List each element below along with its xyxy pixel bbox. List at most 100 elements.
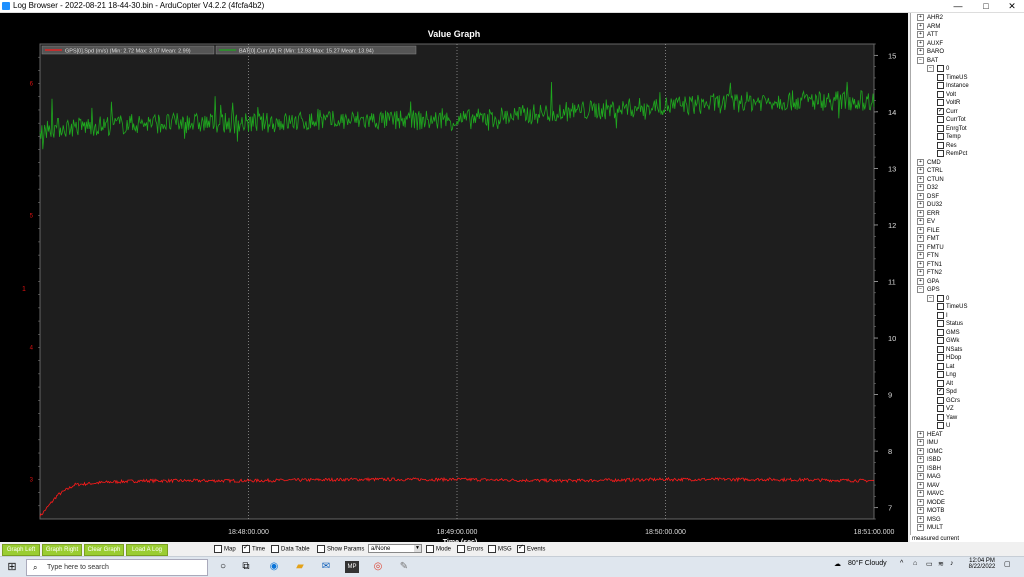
tree-item[interactable]: Volt xyxy=(937,90,956,99)
tree-item[interactable]: + MAV xyxy=(917,481,940,490)
tree-item[interactable]: Curr xyxy=(937,107,958,116)
expand-icon[interactable]: + xyxy=(917,481,924,489)
tree-item[interactable]: U xyxy=(937,422,950,430)
tree-item[interactable]: + ISBH xyxy=(917,464,941,473)
expand-icon[interactable]: + xyxy=(917,269,924,276)
expand-icon[interactable]: + xyxy=(917,243,924,251)
task-view-icon[interactable]: ⧉ xyxy=(240,561,252,573)
tree-item[interactable]: + MAVC xyxy=(917,490,944,498)
taskbar-search-input[interactable]: ⌕ Type here to search xyxy=(26,559,208,576)
tree-item[interactable]: + GPA xyxy=(917,277,939,286)
field-checkbox[interactable] xyxy=(937,303,944,310)
show-params-option[interactable]: Show Params xyxy=(317,545,364,553)
tree-item[interactable]: Temp xyxy=(937,133,961,141)
field-checkbox[interactable] xyxy=(937,141,944,149)
tree-item[interactable]: + MSG xyxy=(917,515,941,524)
tree-item[interactable]: + ATT xyxy=(917,31,938,39)
tree-item[interactable]: + IOMC xyxy=(917,447,943,456)
expand-icon[interactable]: + xyxy=(917,515,924,523)
expand-icon[interactable]: + xyxy=(917,464,924,472)
field-checkbox[interactable] xyxy=(937,354,944,361)
param-select[interactable]: a/None ▼ xyxy=(368,544,422,553)
tree-item[interactable]: HDop xyxy=(937,354,961,362)
tree-item[interactable]: Spd xyxy=(937,387,957,396)
time-checkbox[interactable] xyxy=(242,544,250,553)
field-checkbox[interactable] xyxy=(937,90,944,98)
tree-item[interactable]: I xyxy=(937,311,948,320)
tree-item[interactable]: + CTRL xyxy=(917,167,943,175)
wifi-icon[interactable]: ≋ xyxy=(938,560,944,568)
minimize-button[interactable]: — xyxy=(948,0,968,12)
time-option[interactable]: Time xyxy=(242,544,265,553)
tree-item[interactable]: + ISBD xyxy=(917,456,941,464)
edge-browser-icon[interactable]: ◉ xyxy=(268,561,280,573)
tree-item[interactable]: + FMT xyxy=(917,235,939,243)
tree-item[interactable]: − BAT xyxy=(917,56,938,65)
tree-item[interactable]: −0 xyxy=(927,294,949,303)
expand-icon[interactable]: + xyxy=(917,252,924,259)
expand-icon[interactable]: + xyxy=(917,167,924,174)
field-checkbox[interactable] xyxy=(937,73,944,81)
network-icon[interactable]: ⌂ xyxy=(913,560,917,567)
field-checkbox[interactable] xyxy=(937,116,944,123)
field-checkbox[interactable] xyxy=(937,371,944,378)
windows-start-icon[interactable]: ⊞ xyxy=(6,561,18,573)
expand-icon[interactable]: + xyxy=(917,209,924,217)
tree-item[interactable]: + IMU xyxy=(917,439,938,447)
expand-icon[interactable]: + xyxy=(917,235,924,242)
expand-icon[interactable]: + xyxy=(917,31,924,38)
tree-item[interactable]: VZ xyxy=(937,405,954,413)
msg-option[interactable]: MSG xyxy=(488,545,512,553)
field-checkbox[interactable] xyxy=(937,320,944,327)
maximize-button[interactable]: □ xyxy=(976,0,996,12)
show-params-checkbox[interactable] xyxy=(317,545,325,553)
expand-icon[interactable]: + xyxy=(917,226,924,234)
events-checkbox[interactable] xyxy=(517,544,525,553)
tree-item[interactable]: CurrTot xyxy=(937,116,966,124)
field-checkbox[interactable] xyxy=(937,396,944,404)
errors-option[interactable]: Errors xyxy=(457,545,483,553)
tree-item[interactable]: − GPS xyxy=(917,286,940,294)
expand-icon[interactable]: + xyxy=(917,473,924,480)
tree-item[interactable]: + FILE xyxy=(917,226,940,235)
clock[interactable]: 12:04 PM 8/22/2022 xyxy=(966,558,998,570)
expand-icon[interactable]: + xyxy=(917,48,924,55)
tree-item[interactable]: + MAG xyxy=(917,473,941,481)
tree-item[interactable]: + HEAT xyxy=(917,430,943,439)
load-a-log-button[interactable]: Load A Log xyxy=(126,544,168,556)
tree-item[interactable]: + CMD xyxy=(917,158,941,167)
field-checkbox[interactable] xyxy=(937,379,944,387)
field-checkbox[interactable] xyxy=(937,387,944,395)
tree-item[interactable]: RemPct xyxy=(937,150,967,158)
collapse-icon[interactable]: − xyxy=(927,294,934,302)
field-checkbox[interactable] xyxy=(937,150,944,157)
field-checkbox[interactable] xyxy=(937,413,944,421)
tree-item[interactable]: EnrgTot xyxy=(937,124,967,133)
paint-icon[interactable]: ✎ xyxy=(398,561,410,573)
file-explorer-icon[interactable]: ▰ xyxy=(294,561,306,573)
tree-item[interactable]: + CTUN xyxy=(917,175,944,184)
tree-item[interactable]: Yaw xyxy=(937,413,957,422)
expand-icon[interactable]: + xyxy=(917,260,924,268)
expand-icon[interactable]: + xyxy=(917,218,924,225)
tree-item[interactable]: GMS xyxy=(937,328,960,337)
field-checkbox[interactable] xyxy=(937,124,944,132)
value-graph-panel[interactable]: Value Graph GPS[0].Spd (m/s) (Min: 2.72 M… xyxy=(0,13,908,542)
expand-icon[interactable]: + xyxy=(917,498,924,506)
tray-chevron-icon[interactable]: ^ xyxy=(900,560,903,567)
tree-item[interactable]: + ERR xyxy=(917,209,940,218)
mode-option[interactable]: Mode xyxy=(426,545,451,553)
expand-icon[interactable]: + xyxy=(917,158,924,166)
graph-left-button[interactable]: Graph Left xyxy=(2,544,40,556)
errors-checkbox[interactable] xyxy=(457,545,465,553)
mail-icon[interactable]: ✉ xyxy=(320,561,332,573)
tree-item[interactable]: + FTN2 xyxy=(917,269,942,277)
expand-icon[interactable]: + xyxy=(917,22,924,30)
expand-icon[interactable]: + xyxy=(917,184,924,191)
expand-icon[interactable]: + xyxy=(917,507,924,514)
battery-icon[interactable]: ▭ xyxy=(926,560,933,568)
field-checkbox[interactable] xyxy=(937,337,944,344)
field-checkbox[interactable] xyxy=(937,82,944,89)
expand-icon[interactable]: + xyxy=(917,524,924,531)
tree-item[interactable]: + DSF xyxy=(917,192,939,201)
